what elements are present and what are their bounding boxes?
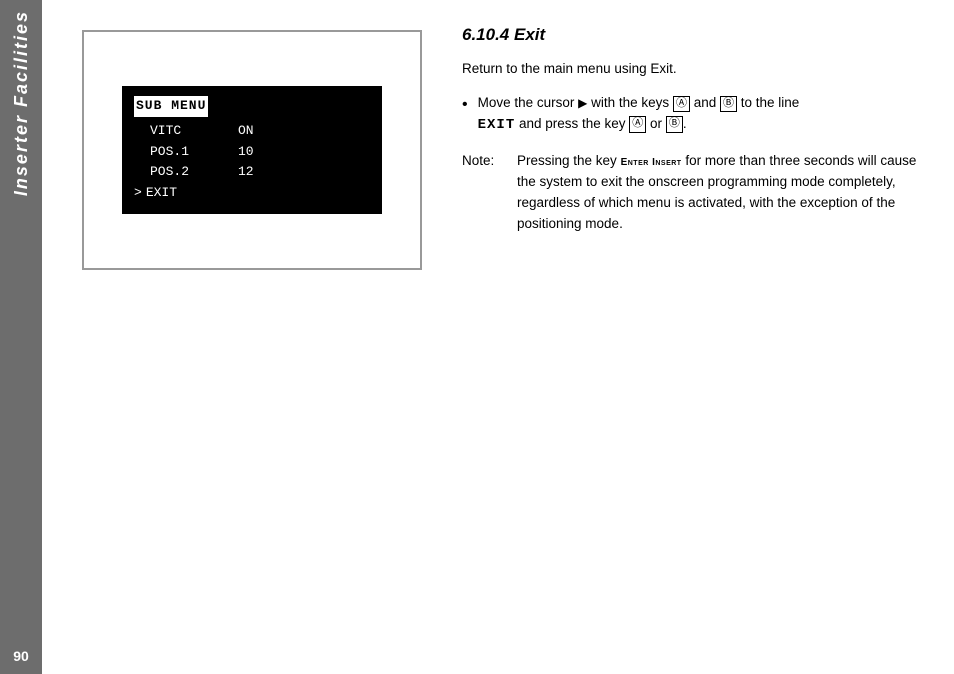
screen-display: SUB MENU VITC ON POS.1 10 POS.2 12 > EXI… [122,86,382,214]
screen-row-exit: > EXIT [134,183,370,204]
intro-text: Return to the main menu using Exit. [462,59,934,79]
screen-row-pos1: POS.1 10 [134,142,370,163]
text-panel: 6.10.4 Exit Return to the main menu usin… [462,20,934,654]
note-label: Note: [462,151,517,172]
enter-insert-label: Enter Insert [621,157,682,168]
sidebar: Inserter Facilities 90 [0,0,42,674]
bullet-dot: • [462,94,468,116]
exit-code: EXIT [478,117,516,133]
cursor-right-icon: ▶ [578,94,587,113]
sidebar-title: Inserter Facilities [11,10,32,196]
key-down-icon: Ⓑ [720,96,737,112]
cursor-marker: > [134,183,142,204]
note-text: Pressing the key Enter Insert for more t… [517,151,934,235]
screen-row-pos2: POS.2 12 [134,162,370,183]
bullet-text: Move the cursor ▶ with the keys Ⓐ and Ⓑ … [478,93,934,137]
note-block: Note: Pressing the key Enter Insert for … [462,151,934,235]
screen-menu-title: SUB MENU [134,96,208,117]
key-alt-icon: Ⓑ [666,116,683,132]
key-enter-icon: Ⓐ [629,116,646,132]
monitor-frame: SUB MENU VITC ON POS.1 10 POS.2 12 > EXI… [82,30,422,270]
screen-row-vitc: VITC ON [134,121,370,142]
section-title: 6.10.4 Exit [462,25,934,45]
key-up-icon: Ⓐ [673,96,690,112]
page-number: 90 [13,648,29,664]
bullet-item: • Move the cursor ▶ with the keys Ⓐ and … [462,93,934,137]
and-text: and [694,95,720,110]
main-content: SUB MENU VITC ON POS.1 10 POS.2 12 > EXI… [42,0,954,674]
screen-panel: SUB MENU VITC ON POS.1 10 POS.2 12 > EXI… [62,20,442,654]
